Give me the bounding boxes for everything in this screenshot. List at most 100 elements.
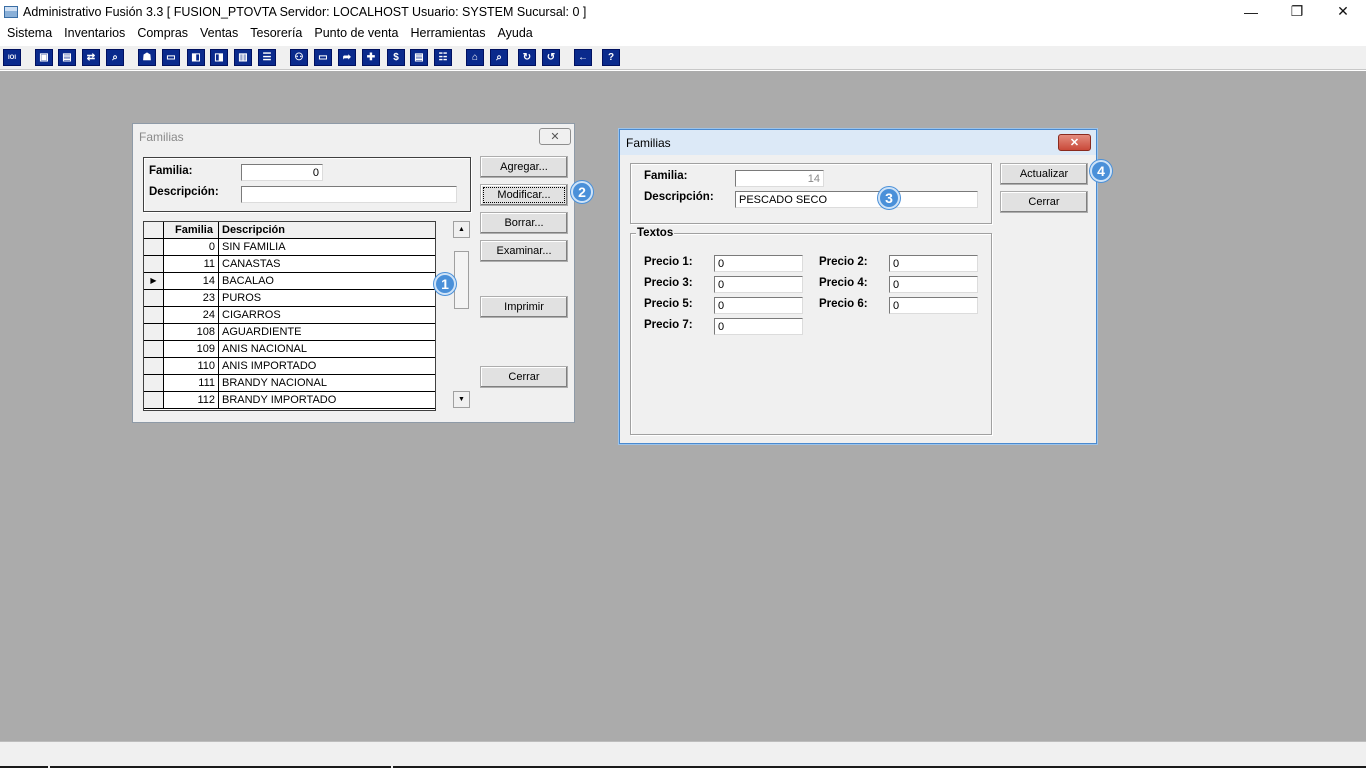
toolbar-button-20[interactable]: ⌕ [490,49,508,66]
familia-search-input[interactable]: 0 [241,164,323,181]
toolbar-button-15[interactable]: ✚ [362,49,380,66]
toolbar-button-17[interactable]: ▤ [410,49,428,66]
toolbar-button-13[interactable]: ▭ [314,49,332,66]
cell-familia[interactable]: 111 [164,375,219,392]
toolbar-button-4[interactable]: ⇄ [82,49,100,66]
row-indicator[interactable] [144,290,164,307]
toolbar-button-8[interactable]: ◧ [187,49,205,66]
cerrar-list-button[interactable]: Cerrar [480,366,568,388]
toolbar-button-5[interactable]: ⌕ [106,49,124,66]
borrar-button[interactable]: Borrar... [480,212,568,234]
toolbar-button-2[interactable]: ▣ [35,49,53,66]
row-indicator[interactable] [144,375,164,392]
table-row[interactable]: 24 CIGARROS [144,307,435,324]
minimize-button[interactable]: — [1228,0,1274,23]
toolbar-button-12[interactable]: ⚇ [290,49,308,66]
table-row[interactable]: 110 ANIS IMPORTADO [144,358,435,375]
toolbar-button-22[interactable]: ↺ [542,49,560,66]
precio-1-input[interactable]: 0 [714,255,803,272]
toolbar-button-1[interactable]: IOI [3,49,21,66]
toolbar-button-11[interactable]: ☰ [258,49,276,66]
modificar-button[interactable]: Modificar... [480,184,568,206]
cell-familia[interactable]: 0 [164,239,219,256]
grid-vertical-scrollbar[interactable]: ▲ ▼ [453,221,470,411]
scroll-thumb[interactable] [454,251,469,309]
grid-header-descripcion[interactable]: Descripción [219,222,435,239]
menu-inventarios[interactable]: Inventarios [58,23,131,43]
precio-2-input[interactable]: 0 [889,255,978,272]
menu-compras[interactable]: Compras [131,23,194,43]
descripcion-edit-input[interactable]: PESCADO SECO [735,191,978,208]
actualizar-button[interactable]: Actualizar [1000,163,1088,185]
toolbar-button-10[interactable]: ▥ [234,49,252,66]
table-row[interactable]: 108 AGUARDIENTE [144,324,435,341]
table-row[interactable]: 111 BRANDY NACIONAL [144,375,435,392]
row-indicator[interactable] [144,341,164,358]
precio-6-input[interactable]: 0 [889,297,978,314]
toolbar-button-6[interactable]: ☗ [138,49,156,66]
agregar-button[interactable]: Agregar... [480,156,568,178]
scroll-down-arrow[interactable]: ▼ [453,391,470,408]
menu-herramientas[interactable]: Herramientas [404,23,491,43]
cell-familia[interactable]: 14 [164,273,219,290]
cell-familia[interactable]: 11 [164,256,219,273]
precio-7-input[interactable]: 0 [714,318,803,335]
cell-descripcion[interactable]: BRANDY IMPORTADO [219,392,435,409]
row-indicator[interactable] [144,358,164,375]
grid-header-familia[interactable]: Familia [164,222,219,239]
toolbar-button-16[interactable]: $ [387,49,405,66]
cell-familia[interactable]: 108 [164,324,219,341]
menu-ayuda[interactable]: Ayuda [492,23,539,43]
imprimir-button[interactable]: Imprimir [480,296,568,318]
cell-descripcion[interactable]: BRANDY NACIONAL [219,375,435,392]
toolbar-button-3[interactable]: ▤ [58,49,76,66]
row-indicator[interactable]: ▶ [144,273,164,290]
table-row[interactable]: 11 CANASTAS [144,256,435,273]
toolbar-button-23[interactable]: ← [574,49,592,66]
precio-3-input[interactable]: 0 [714,276,803,293]
cell-familia[interactable]: 109 [164,341,219,358]
table-row[interactable]: 23 PUROS [144,290,435,307]
cell-familia[interactable]: 110 [164,358,219,375]
table-row[interactable]: 109 ANIS NACIONAL [144,341,435,358]
familias-grid[interactable]: Familia Descripción 0 SIN FAMILIA 11 CANAST… [143,221,436,411]
cell-descripcion[interactable]: PUROS [219,290,435,307]
menu-ventas[interactable]: Ventas [194,23,244,43]
toolbar-button-14[interactable]: ➦ [338,49,356,66]
row-indicator[interactable] [144,324,164,341]
toolbar-button-24[interactable]: ? [602,49,620,66]
examinar-button[interactable]: Examinar... [480,240,568,262]
familias-edit-close-button[interactable]: ✕ [1058,134,1091,151]
toolbar-button-19[interactable]: ⌂ [466,49,484,66]
cell-descripcion[interactable]: CANASTAS [219,256,435,273]
precio-4-input[interactable]: 0 [889,276,978,293]
toolbar-button-9[interactable]: ◨ [210,49,228,66]
close-window-button[interactable]: ✕ [1320,0,1366,23]
cell-familia[interactable]: 23 [164,290,219,307]
toolbar-button-21[interactable]: ↻ [518,49,536,66]
row-indicator[interactable] [144,392,164,409]
table-row[interactable]: ▶ 14 BACALAO [144,273,435,290]
cell-familia[interactable]: 24 [164,307,219,324]
row-indicator[interactable] [144,307,164,324]
cell-familia[interactable]: 112 [164,392,219,409]
table-row[interactable]: 112 BRANDY IMPORTADO [144,392,435,409]
toolbar-button-18[interactable]: ☷ [434,49,452,66]
cell-descripcion[interactable]: CIGARROS [219,307,435,324]
scroll-up-arrow[interactable]: ▲ [453,221,470,238]
row-indicator[interactable] [144,256,164,273]
precio-5-input[interactable]: 0 [714,297,803,314]
familias-list-close-button[interactable]: ✕ [539,128,571,145]
menu-tesoreria[interactable]: Tesorería [244,23,308,43]
row-indicator[interactable] [144,239,164,256]
menu-sistema[interactable]: Sistema [1,23,58,43]
menu-punto-de-venta[interactable]: Punto de venta [308,23,404,43]
restore-button[interactable]: ❐ [1274,0,1320,23]
table-row[interactable]: 0 SIN FAMILIA [144,239,435,256]
cell-descripcion[interactable]: ANIS NACIONAL [219,341,435,358]
cell-descripcion[interactable]: BACALAO [219,273,435,290]
cell-descripcion[interactable]: ANIS IMPORTADO [219,358,435,375]
cerrar-edit-button[interactable]: Cerrar [1000,191,1088,213]
cell-descripcion[interactable]: AGUARDIENTE [219,324,435,341]
toolbar-button-7[interactable]: ▭ [162,49,180,66]
